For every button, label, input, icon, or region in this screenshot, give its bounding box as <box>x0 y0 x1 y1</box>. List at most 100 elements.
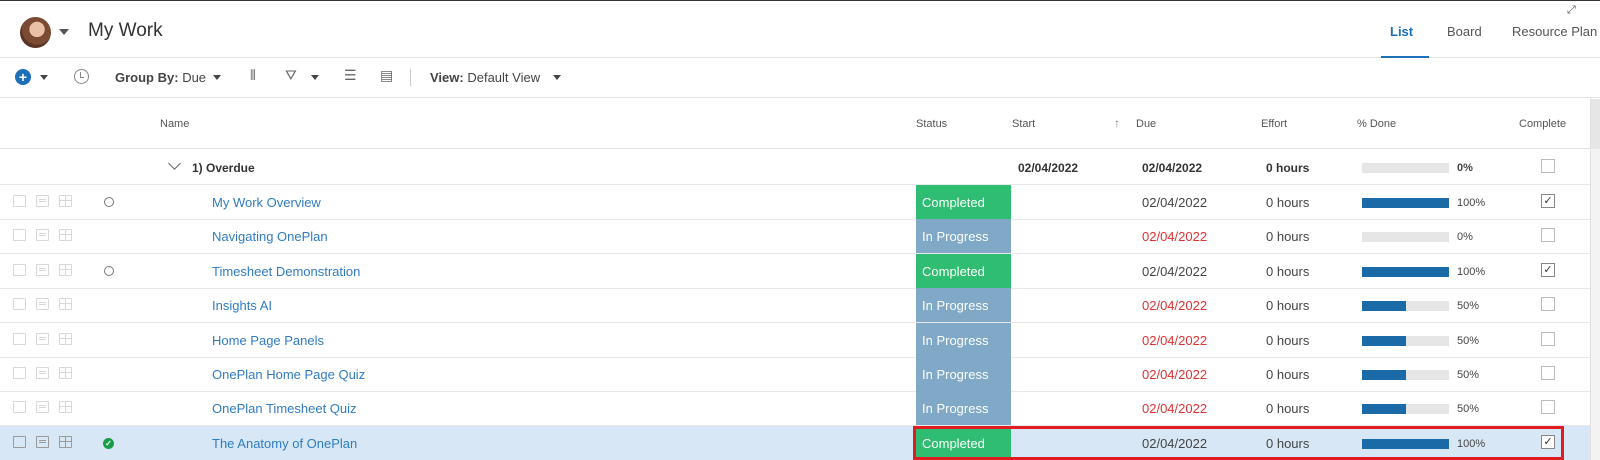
complete-checkbox[interactable]: ✓ <box>1541 263 1555 277</box>
percent-done: 50% <box>1457 300 1480 312</box>
percent-done: 100% <box>1457 438 1486 450</box>
columns-icon[interactable]: ⫴ <box>250 67 256 84</box>
group-complete-checkbox[interactable] <box>1541 159 1555 173</box>
due-date: 02/04/2022 <box>1142 401 1208 416</box>
board-icon[interactable] <box>59 333 72 345</box>
table-row[interactable]: ✓ The Anatomy of OnePlan Completed 02/04/20… <box>0 426 1590 460</box>
status-cell[interactable]: In Progress <box>916 219 1011 253</box>
status-cell[interactable]: Completed <box>916 426 1011 460</box>
view-dropdown[interactable]: View: Default View <box>430 70 540 85</box>
column-header-complete[interactable]: Complete <box>1519 118 1566 130</box>
table-row[interactable]: Navigating OnePlan In Progress 02/04/2022 0… <box>0 219 1590 254</box>
due-date: 02/04/2022 <box>1142 367 1208 382</box>
comment-icon[interactable] <box>36 264 49 276</box>
add-menu-chevron-down-icon[interactable] <box>40 75 48 80</box>
effort-value: 0 hours <box>1266 367 1310 382</box>
column-header-name[interactable]: Name <box>160 118 189 130</box>
column-header-effort[interactable]: Effort <box>1261 118 1287 130</box>
table-row[interactable]: Timesheet Demonstration Completed 02/04/20… <box>0 254 1590 289</box>
table-row[interactable]: Insights AI In Progress 02/04/2022 0 hours 5… <box>0 288 1590 323</box>
complete-checkbox[interactable]: ✓ <box>1541 194 1555 208</box>
clock-icon[interactable] <box>74 69 89 84</box>
task-name-link[interactable]: OnePlan Home Page Quiz <box>212 367 365 382</box>
details-view-icon[interactable]: ▤ <box>380 67 393 84</box>
percent-done: 50% <box>1457 335 1480 347</box>
tab-list[interactable]: List <box>1390 24 1413 39</box>
comment-icon[interactable] <box>36 298 49 310</box>
comment-icon[interactable] <box>36 367 49 379</box>
board-icon[interactable] <box>59 436 72 448</box>
add-icon[interactable]: + <box>15 69 31 85</box>
note-icon[interactable] <box>13 195 26 207</box>
task-name-link[interactable]: Insights AI <box>212 298 272 313</box>
avatar-menu-caret-icon[interactable] <box>59 29 69 35</box>
expand-icon[interactable]: ⤢ <box>1567 4 1576 17</box>
task-name-link[interactable]: OnePlan Timesheet Quiz <box>212 401 357 416</box>
percent-done: 100% <box>1457 266 1486 278</box>
sort-ascending-icon[interactable]: ↑ <box>1114 116 1120 130</box>
status-cell[interactable]: In Progress <box>916 323 1011 357</box>
board-icon[interactable] <box>59 298 72 310</box>
outline-icon[interactable]: ☰ <box>344 67 357 84</box>
note-icon[interactable] <box>13 264 26 276</box>
comment-icon[interactable] <box>36 229 49 241</box>
task-name-link[interactable]: The Anatomy of OnePlan <box>212 436 357 451</box>
group-by-chevron-down-icon[interactable] <box>213 75 221 80</box>
status-cell[interactable]: In Progress <box>916 357 1011 391</box>
tab-resource-plan[interactable]: Resource Plan <box>1512 24 1597 39</box>
comment-icon[interactable] <box>36 195 49 207</box>
group-by-dropdown[interactable]: Group By: Due <box>115 70 206 85</box>
filter-chevron-down-icon[interactable] <box>311 75 319 80</box>
view-chevron-down-icon[interactable] <box>553 75 561 80</box>
filter-icon[interactable]: ⛛ <box>285 67 297 84</box>
column-header-due[interactable]: Due <box>1136 118 1156 130</box>
board-icon[interactable] <box>59 264 72 276</box>
board-icon[interactable] <box>59 367 72 379</box>
progress-fill <box>1362 370 1406 380</box>
task-name-link[interactable]: Home Page Panels <box>212 333 324 348</box>
app-header: My Work List Board Resource Plan ⤢ <box>0 0 1600 58</box>
comment-icon[interactable] <box>36 401 49 413</box>
board-icon[interactable] <box>59 229 72 241</box>
complete-checkbox[interactable] <box>1541 400 1555 414</box>
view-label: View: <box>430 70 464 85</box>
board-icon[interactable] <box>59 401 72 413</box>
note-icon[interactable] <box>13 229 26 241</box>
column-header-percent-done[interactable]: % Done <box>1357 118 1396 130</box>
note-icon[interactable] <box>13 401 26 413</box>
tab-board[interactable]: Board <box>1447 24 1482 39</box>
table-row[interactable]: Home Page Panels In Progress 02/04/2022 0 h… <box>0 323 1590 358</box>
note-icon[interactable] <box>13 436 26 448</box>
complete-checkbox[interactable]: ✓ <box>1541 435 1555 449</box>
comment-icon[interactable] <box>36 333 49 345</box>
task-name-link[interactable]: Timesheet Demonstration <box>212 264 360 279</box>
task-name-link[interactable]: My Work Overview <box>212 195 321 210</box>
status-cell[interactable]: Completed <box>916 254 1011 288</box>
status-cell[interactable]: In Progress <box>916 288 1011 322</box>
note-icon[interactable] <box>13 298 26 310</box>
vertical-scrollbar[interactable] <box>1590 99 1600 460</box>
table-row[interactable]: OnePlan Timesheet Quiz In Progress 02/04/2… <box>0 391 1590 426</box>
note-icon[interactable] <box>13 367 26 379</box>
avatar[interactable] <box>20 17 51 48</box>
comment-icon[interactable] <box>36 436 49 448</box>
status-cell[interactable]: In Progress <box>916 391 1011 425</box>
progress-fill <box>1362 336 1406 346</box>
board-icon[interactable] <box>59 195 72 207</box>
note-icon[interactable] <box>13 333 26 345</box>
complete-checkbox[interactable] <box>1541 228 1555 242</box>
scrollbar-thumb[interactable] <box>1591 99 1600 149</box>
task-name-link[interactable]: Navigating OnePlan <box>212 229 328 244</box>
group-effort: 0 hours <box>1266 161 1310 175</box>
complete-checkbox[interactable] <box>1541 366 1555 380</box>
column-header-status[interactable]: Status <box>916 118 947 130</box>
table-row[interactable]: My Work Overview Completed 02/04/2022 0 hou… <box>0 185 1590 220</box>
complete-checkbox[interactable] <box>1541 332 1555 346</box>
group-progress-bar <box>1362 163 1449 173</box>
status-cell[interactable]: Completed <box>916 185 1011 219</box>
progress-fill <box>1362 439 1449 449</box>
complete-checkbox[interactable] <box>1541 297 1555 311</box>
column-header-start[interactable]: Start <box>1012 118 1035 130</box>
collapse-chevron-icon[interactable] <box>168 157 181 170</box>
table-row[interactable]: OnePlan Home Page Quiz In Progress 02/04/2… <box>0 357 1590 392</box>
